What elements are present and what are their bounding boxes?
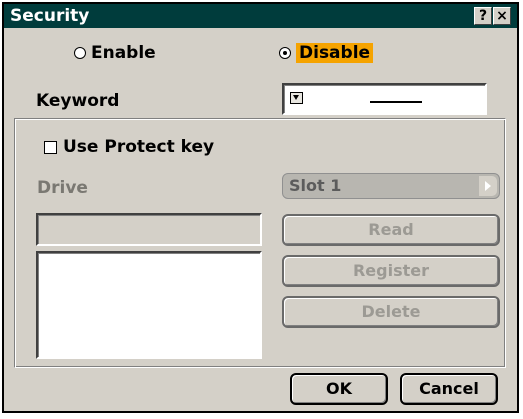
use-protect-key-label: Use Protect key xyxy=(63,137,215,157)
drive-value: Slot 1 xyxy=(289,176,342,195)
radio-unchecked-icon xyxy=(74,47,86,59)
drive-label: Drive xyxy=(37,178,88,198)
delete-button[interactable]: Delete xyxy=(282,296,500,328)
dialog-title: Security xyxy=(10,6,90,26)
cancel-button[interactable]: Cancel xyxy=(400,373,498,405)
enable-radio[interactable]: Enable xyxy=(74,43,156,63)
security-dialog: Security ? × Enable Disable Keyword Use … xyxy=(2,2,519,413)
keyword-label: Keyword xyxy=(36,91,120,111)
close-button[interactable]: × xyxy=(493,7,511,25)
help-button[interactable]: ? xyxy=(474,7,492,25)
protect-key-field xyxy=(36,213,262,246)
drive-select[interactable]: Slot 1 xyxy=(282,173,500,199)
radio-checked-icon xyxy=(279,47,291,59)
read-button[interactable]: Read xyxy=(282,214,500,246)
keyword-input[interactable] xyxy=(282,83,487,115)
checkbox-icon xyxy=(44,140,57,154)
title-bar[interactable]: Security ? × xyxy=(4,4,517,28)
ok-button[interactable]: OK xyxy=(290,373,388,405)
enable-label: Enable xyxy=(91,43,156,63)
keyword-underline xyxy=(370,101,422,103)
register-button[interactable]: Register xyxy=(282,255,500,287)
dropdown-icon[interactable] xyxy=(290,92,303,104)
disable-label: Disable xyxy=(296,43,374,63)
use-protect-key-checkbox[interactable]: Use Protect key xyxy=(44,137,214,157)
disable-radio[interactable]: Disable xyxy=(279,43,374,63)
protect-key-list[interactable] xyxy=(36,251,262,359)
chevron-right-icon[interactable] xyxy=(479,176,497,196)
